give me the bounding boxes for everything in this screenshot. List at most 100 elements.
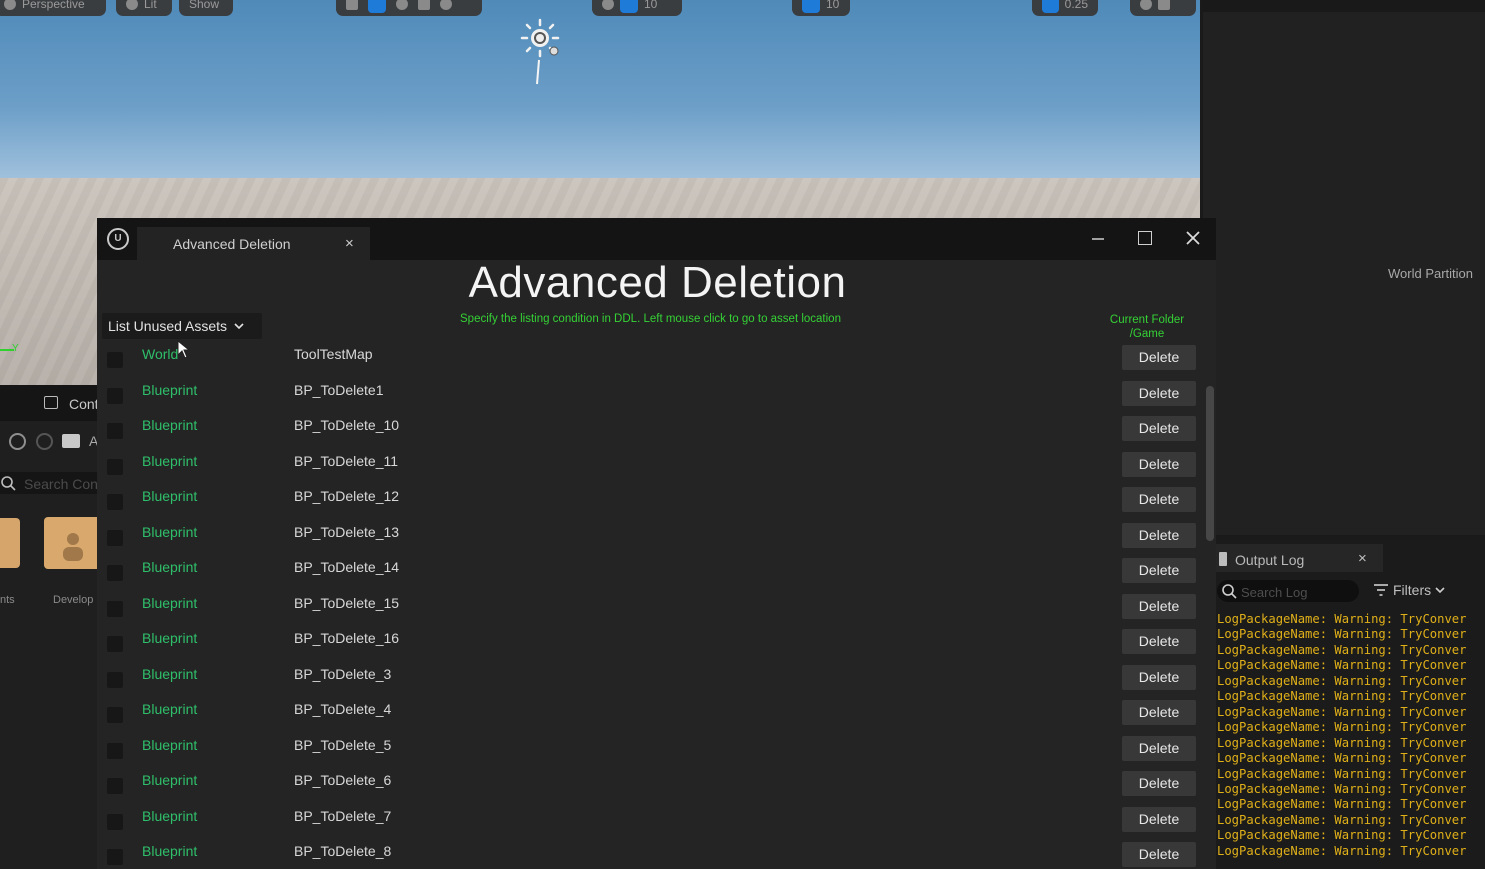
row-checkbox[interactable] bbox=[107, 387, 123, 404]
asset-type[interactable]: Blueprint bbox=[142, 488, 197, 504]
asset-type[interactable]: Blueprint bbox=[142, 701, 197, 717]
row-checkbox[interactable] bbox=[107, 813, 123, 830]
asset-type[interactable]: Blueprint bbox=[142, 630, 197, 646]
asset-row[interactable]: Blueprint BP_ToDelete_15 Delete bbox=[97, 591, 1205, 627]
window-titlebar[interactable]: U Advanced Deletion × bbox=[97, 218, 1216, 260]
delete-button[interactable]: Delete bbox=[1122, 735, 1196, 761]
surface-snap-icon[interactable] bbox=[602, 0, 614, 10]
row-checkbox[interactable] bbox=[107, 565, 123, 581]
folder-icon[interactable] bbox=[0, 518, 20, 568]
delete-button[interactable]: Delete bbox=[1122, 487, 1196, 512]
asset-row[interactable]: Blueprint BP_ToDelete_11 Delete bbox=[97, 449, 1205, 485]
row-checkbox[interactable] bbox=[107, 636, 123, 652]
asset-row[interactable]: Blueprint BP_ToDelete_7 Delete bbox=[97, 804, 1205, 840]
rotation-snap-button[interactable]: 10 bbox=[792, 0, 850, 16]
asset-name[interactable]: BP_ToDelete_15 bbox=[294, 595, 399, 611]
camera-speed-group[interactable] bbox=[1130, 0, 1196, 16]
asset-row[interactable]: Blueprint BP_ToDelete_13 Delete bbox=[97, 520, 1205, 556]
delete-button[interactable]: Delete bbox=[1122, 806, 1196, 832]
asset-row[interactable]: Blueprint BP_ToDelete1 Delete bbox=[97, 378, 1205, 414]
asset-row[interactable]: Blueprint BP_ToDelete_12 Delete bbox=[97, 484, 1205, 520]
grid-snap-button[interactable]: 10 bbox=[592, 0, 682, 16]
asset-name[interactable]: BP_ToDelete_7 bbox=[294, 808, 391, 824]
row-checkbox[interactable] bbox=[107, 600, 123, 617]
folder-icon[interactable] bbox=[62, 434, 80, 448]
delete-button[interactable]: Delete bbox=[1122, 522, 1196, 548]
asset-type[interactable]: Blueprint bbox=[142, 666, 197, 682]
log-search-box[interactable] bbox=[1217, 580, 1359, 602]
asset-row[interactable]: Blueprint BP_ToDelete_14 Delete bbox=[97, 555, 1205, 591]
advanced-deletion-tab[interactable]: Advanced Deletion × bbox=[137, 227, 370, 260]
content-browser-tab[interactable]: Cont bbox=[0, 385, 100, 421]
asset-name[interactable]: BP_ToDelete_14 bbox=[294, 559, 399, 575]
asset-name[interactable]: BP_ToDelete1 bbox=[294, 382, 384, 398]
rotate-tool-icon[interactable] bbox=[396, 0, 408, 10]
transform-tools-group[interactable] bbox=[336, 0, 482, 16]
asset-name[interactable]: BP_ToDelete_12 bbox=[294, 488, 399, 504]
asset-name[interactable]: BP_ToDelete_16 bbox=[294, 630, 399, 646]
asset-name[interactable]: BP_ToDelete_8 bbox=[294, 843, 391, 859]
row-checkbox[interactable] bbox=[107, 671, 123, 688]
row-checkbox[interactable] bbox=[107, 458, 123, 475]
asset-type[interactable]: Blueprint bbox=[142, 382, 197, 398]
log-search-input[interactable] bbox=[1239, 582, 1355, 602]
asset-name[interactable]: BP_ToDelete_5 bbox=[294, 737, 391, 753]
asset-row[interactable]: Blueprint BP_ToDelete_8 Delete bbox=[97, 839, 1205, 869]
viewport-perspective-button[interactable]: Perspective bbox=[0, 0, 106, 16]
scale-tool-icon[interactable] bbox=[418, 0, 430, 10]
asset-type[interactable]: Blueprint bbox=[142, 524, 197, 540]
delete-button[interactable]: Delete bbox=[1122, 593, 1196, 619]
delete-button[interactable]: Delete bbox=[1122, 664, 1196, 690]
asset-type[interactable]: Blueprint bbox=[142, 453, 197, 469]
directional-light-icon[interactable] bbox=[518, 18, 562, 88]
asset-row[interactable]: Blueprint BP_ToDelete_3 Delete bbox=[97, 662, 1205, 698]
delete-button[interactable]: Delete bbox=[1122, 771, 1196, 796]
delete-button[interactable]: Delete bbox=[1122, 558, 1196, 583]
select-tool-icon[interactable] bbox=[346, 0, 358, 10]
asset-type[interactable]: Blueprint bbox=[142, 737, 197, 753]
asset-name[interactable]: BP_ToDelete_10 bbox=[294, 417, 399, 433]
asset-type[interactable]: Blueprint bbox=[142, 808, 197, 824]
asset-name[interactable]: BP_ToDelete_6 bbox=[294, 772, 391, 788]
camera-speed-icon[interactable] bbox=[1140, 0, 1152, 10]
asset-type[interactable]: Blueprint bbox=[142, 843, 197, 859]
delete-button[interactable]: Delete bbox=[1122, 700, 1196, 725]
maximize-icon[interactable] bbox=[1138, 231, 1152, 245]
row-checkbox[interactable] bbox=[107, 423, 123, 439]
tab-close-button[interactable]: × bbox=[345, 235, 354, 252]
scale-snap-button[interactable]: 0.25 bbox=[1032, 0, 1098, 16]
content-search-input[interactable] bbox=[22, 474, 102, 494]
viewport-lit-button[interactable]: Lit bbox=[116, 0, 172, 16]
output-log-tab[interactable]: Output Log × bbox=[1213, 544, 1383, 572]
asset-type[interactable]: World bbox=[142, 346, 178, 362]
asset-row[interactable]: World ToolTestMap Delete bbox=[97, 342, 1205, 378]
asset-row[interactable]: Blueprint BP_ToDelete_5 Delete bbox=[97, 733, 1205, 769]
row-checkbox[interactable] bbox=[107, 529, 123, 546]
asset-name[interactable]: ToolTestMap bbox=[294, 346, 373, 362]
layout-icon[interactable] bbox=[1158, 0, 1170, 10]
asset-type[interactable]: Blueprint bbox=[142, 417, 197, 433]
delete-button[interactable]: Delete bbox=[1122, 842, 1196, 867]
forward-arrow-icon[interactable] bbox=[36, 433, 53, 450]
row-checkbox[interactable] bbox=[107, 849, 123, 865]
asset-name[interactable]: BP_ToDelete_11 bbox=[294, 453, 398, 469]
asset-type[interactable]: Blueprint bbox=[142, 595, 197, 611]
row-checkbox[interactable] bbox=[107, 707, 123, 723]
delete-button[interactable]: Delete bbox=[1122, 416, 1196, 441]
asset-name[interactable]: BP_ToDelete_13 bbox=[294, 524, 399, 540]
asset-row[interactable]: Blueprint BP_ToDelete_4 Delete bbox=[97, 697, 1205, 733]
asset-row[interactable]: Blueprint BP_ToDelete_16 Delete bbox=[97, 626, 1205, 662]
row-checkbox[interactable] bbox=[107, 494, 123, 510]
delete-button[interactable]: Delete bbox=[1122, 451, 1196, 477]
asset-row[interactable]: Blueprint BP_ToDelete_10 Delete bbox=[97, 413, 1205, 449]
viewport-show-button[interactable]: Show bbox=[179, 0, 233, 16]
log-filters-button[interactable]: Filters bbox=[1373, 582, 1445, 598]
close-icon[interactable] bbox=[1184, 229, 1202, 247]
asset-name[interactable]: BP_ToDelete_4 bbox=[294, 701, 391, 717]
delete-button[interactable]: Delete bbox=[1122, 380, 1196, 406]
output-log-close-button[interactable]: × bbox=[1358, 550, 1367, 567]
row-checkbox[interactable] bbox=[107, 778, 123, 794]
asset-name[interactable]: BP_ToDelete_3 bbox=[294, 666, 391, 682]
asset-type[interactable]: Blueprint bbox=[142, 772, 197, 788]
content-search-box[interactable] bbox=[0, 472, 102, 494]
